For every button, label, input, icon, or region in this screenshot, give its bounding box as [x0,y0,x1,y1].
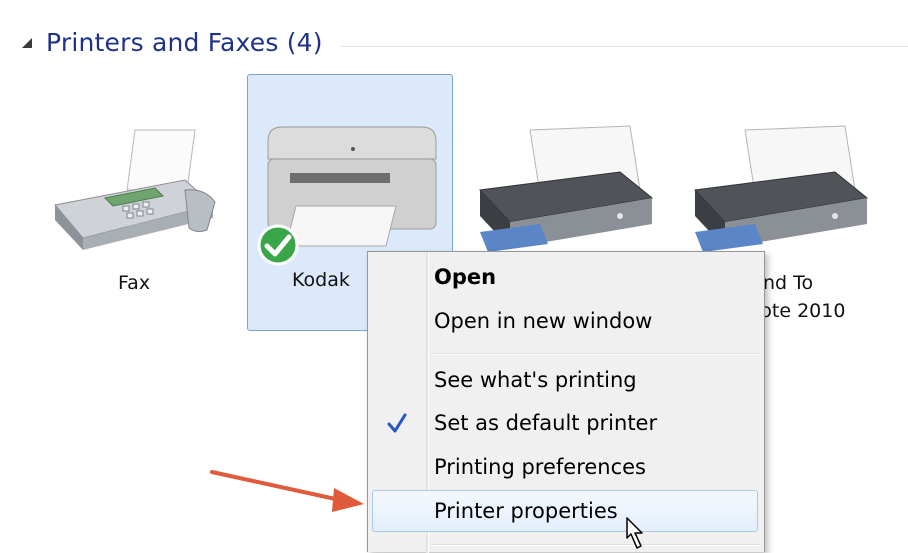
device-fax[interactable]: Fax [30,110,240,300]
device-label-line1: nd To [763,272,814,294]
annotation-arrow-icon [210,470,364,512]
checkmark-icon [387,413,407,433]
context-menu: Open Open in new window See what's print… [367,251,765,553]
printer-icon [478,125,654,252]
printer-icon [693,125,869,252]
menu-item-set-default-printer[interactable]: Set as default printer [434,411,657,435]
collapse-triangle-icon[interactable] [20,36,34,50]
menu-item-printer-properties[interactable]: Printer properties [434,499,618,523]
group-title[interactable]: Printers and Faxes (4) [46,28,323,57]
menu-item-see-whats-printing[interactable]: See what's printing [434,368,637,392]
menu-separator [430,353,760,355]
menu-item-open[interactable]: Open [434,265,496,289]
menu-separator [430,544,760,546]
mouse-cursor-icon [626,517,643,549]
device-label: Fax [118,272,151,294]
default-check-icon [257,224,299,266]
menu-item-open-new-window[interactable]: Open in new window [434,309,652,333]
device-label: Kodak [292,269,350,291]
fax-icon [54,129,216,250]
menu-item-printing-preferences[interactable]: Printing preferences [434,455,646,479]
device-label-line2: lote 2010 [755,300,846,322]
device-printer-3[interactable] [470,120,670,260]
group-divider [340,46,908,47]
